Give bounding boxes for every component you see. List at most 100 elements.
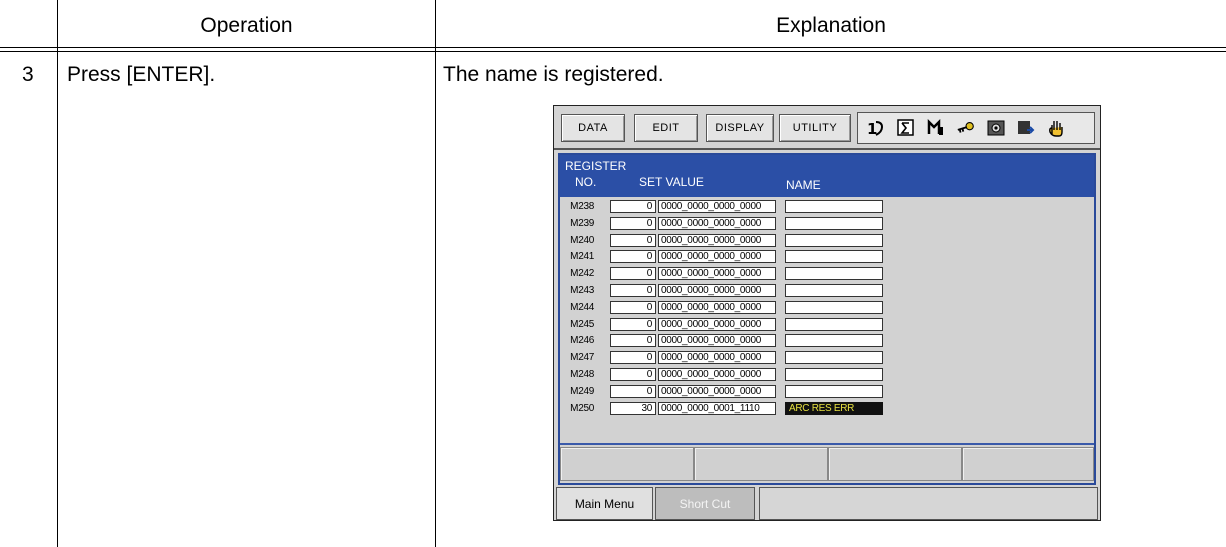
- header-explanation: Explanation: [776, 14, 886, 37]
- table-rule: [57, 0, 58, 547]
- register-bits: 0000_0000_0000_0000: [658, 317, 776, 331]
- menu-data-button[interactable]: DATA: [561, 114, 625, 142]
- register-panel: REGISTER NO. SET VALUE NAME M238 0 0000_00…: [558, 153, 1096, 485]
- menu-utility-button[interactable]: UTILITY: [779, 114, 851, 142]
- register-row[interactable]: M238 0 0000_0000_0000_0000: [560, 199, 960, 215]
- register-number: M244: [570, 301, 594, 313]
- camera-icon: [986, 118, 1006, 138]
- register-row[interactable]: M246 0 0000_0000_0000_0000: [560, 333, 960, 349]
- register-value[interactable]: 0: [610, 368, 656, 381]
- register-number: M245: [570, 318, 594, 330]
- register-number: M239: [570, 217, 594, 229]
- step-number: 3: [22, 63, 34, 86]
- column-no: NO.: [575, 175, 597, 189]
- operation-text: Press [ENTER].: [67, 63, 216, 86]
- register-row[interactable]: M240 0 0000_0000_0000_0000: [560, 233, 960, 249]
- register-name-field[interactable]: [785, 351, 883, 365]
- tool-icon: [926, 118, 946, 138]
- register-number: M240: [570, 234, 594, 246]
- register-name-field[interactable]: [785, 384, 883, 398]
- register-number: M243: [570, 285, 594, 296]
- bottom-bar: Main Menu Short Cut: [554, 487, 1100, 520]
- register-name-field[interactable]: [785, 300, 883, 314]
- register-bits: 0000_0000_0000_0000: [658, 334, 776, 348]
- key-icon: [956, 118, 976, 138]
- register-value[interactable]: 30: [610, 401, 656, 415]
- header-rule: [0, 47, 1226, 48]
- register-value[interactable]: 0: [610, 317, 656, 331]
- menu-edit-button[interactable]: EDIT: [634, 114, 698, 142]
- register-number: M250: [570, 402, 594, 414]
- register-row[interactable]: M241 0 0000_0000_0000_0000: [560, 249, 960, 265]
- pendant-screen: DATA EDIT DISPLAY UTILITY 1 REGISTER NO.…: [553, 105, 1101, 521]
- register-name-field[interactable]: ARC RES ERR: [785, 401, 883, 415]
- function-key-bar: [560, 443, 1094, 483]
- status-icon-bar: 1: [857, 112, 1095, 144]
- register-name-field[interactable]: [785, 317, 883, 331]
- register-bits: 0000_0000_0000_0000: [658, 300, 776, 314]
- register-name-field[interactable]: [785, 368, 883, 381]
- register-row[interactable]: M247 0 0000_0000_0000_0000: [560, 350, 960, 366]
- register-value[interactable]: 0: [610, 284, 656, 297]
- register-value[interactable]: 0: [610, 200, 656, 213]
- register-name-field[interactable]: [785, 284, 883, 297]
- register-bits: 0000_0000_0000_0000: [658, 233, 776, 247]
- register-bits: 0000_0000_0000_0000: [658, 250, 776, 264]
- axis-icon: 1: [866, 118, 886, 138]
- register-name-field[interactable]: [785, 216, 883, 230]
- menu-display-button[interactable]: DISPLAY: [706, 114, 774, 142]
- register-value[interactable]: 0: [610, 267, 656, 281]
- function-key-2[interactable]: [694, 447, 828, 481]
- register-bits: 0000_0000_0000_0000: [658, 267, 776, 281]
- table-rule: [435, 0, 436, 547]
- register-number: M248: [570, 369, 594, 380]
- register-bits: 0000_0000_0000_0000: [658, 284, 776, 297]
- header-rule: [0, 51, 1226, 52]
- register-value[interactable]: 0: [610, 233, 656, 247]
- main-menu-button[interactable]: Main Menu: [556, 487, 653, 520]
- register-value[interactable]: 0: [610, 351, 656, 365]
- sigma-icon: [896, 118, 916, 138]
- top-menu-bar: DATA EDIT DISPLAY UTILITY 1: [554, 106, 1100, 150]
- function-key-4[interactable]: [962, 447, 1094, 481]
- register-row[interactable]: M248 0 0000_0000_0000_0000: [560, 367, 960, 383]
- register-bits: 0000_0000_0000_0000: [658, 368, 776, 381]
- register-name-field[interactable]: [785, 233, 883, 247]
- register-value[interactable]: 0: [610, 216, 656, 230]
- register-row[interactable]: M245 0 0000_0000_0000_0000: [560, 317, 960, 333]
- register-bits: 0000_0000_0000_0000: [658, 200, 776, 213]
- short-cut-button[interactable]: Short Cut: [655, 487, 755, 520]
- register-number: M238: [570, 201, 594, 212]
- register-number: M242: [570, 268, 594, 280]
- register-row[interactable]: M239 0 0000_0000_0000_0000: [560, 216, 960, 232]
- register-name-field[interactable]: [785, 267, 883, 281]
- register-number: M246: [570, 335, 594, 347]
- register-name-field[interactable]: [785, 250, 883, 264]
- register-name-field[interactable]: [785, 334, 883, 348]
- arrow-icon: [1016, 118, 1036, 138]
- register-row[interactable]: M244 0 0000_0000_0000_0000: [560, 300, 960, 316]
- register-row[interactable]: M242 0 0000_0000_0000_0000: [560, 266, 960, 282]
- function-key-3[interactable]: [828, 447, 962, 481]
- register-bits: 0000_0000_0000_0000: [658, 351, 776, 365]
- register-value[interactable]: 0: [610, 384, 656, 398]
- register-number: M241: [570, 251, 594, 263]
- register-row[interactable]: M250 30 0000_0000_0001_1110 ARC RES ERR: [560, 401, 960, 417]
- register-bits: 0000_0000_0001_1110: [658, 401, 776, 415]
- register-row[interactable]: M243 0 0000_0000_0000_0000: [560, 283, 960, 299]
- register-value[interactable]: 0: [610, 300, 656, 314]
- message-area: [759, 487, 1098, 520]
- function-key-1[interactable]: [560, 447, 694, 481]
- register-value[interactable]: 0: [610, 250, 656, 264]
- register-bits: 0000_0000_0000_0000: [658, 384, 776, 398]
- column-name: NAME: [786, 178, 821, 192]
- header-operation: Operation: [200, 14, 293, 37]
- screen-title: REGISTER: [565, 159, 627, 173]
- column-set-value: SET VALUE: [639, 175, 704, 189]
- svg-text:1: 1: [867, 120, 877, 138]
- register-name-field[interactable]: [785, 200, 883, 213]
- hand-icon: [1046, 118, 1066, 138]
- register-value[interactable]: 0: [610, 334, 656, 348]
- register-row[interactable]: M249 0 0000_0000_0000_0000: [560, 384, 960, 400]
- explanation-text: The name is registered.: [443, 63, 664, 86]
